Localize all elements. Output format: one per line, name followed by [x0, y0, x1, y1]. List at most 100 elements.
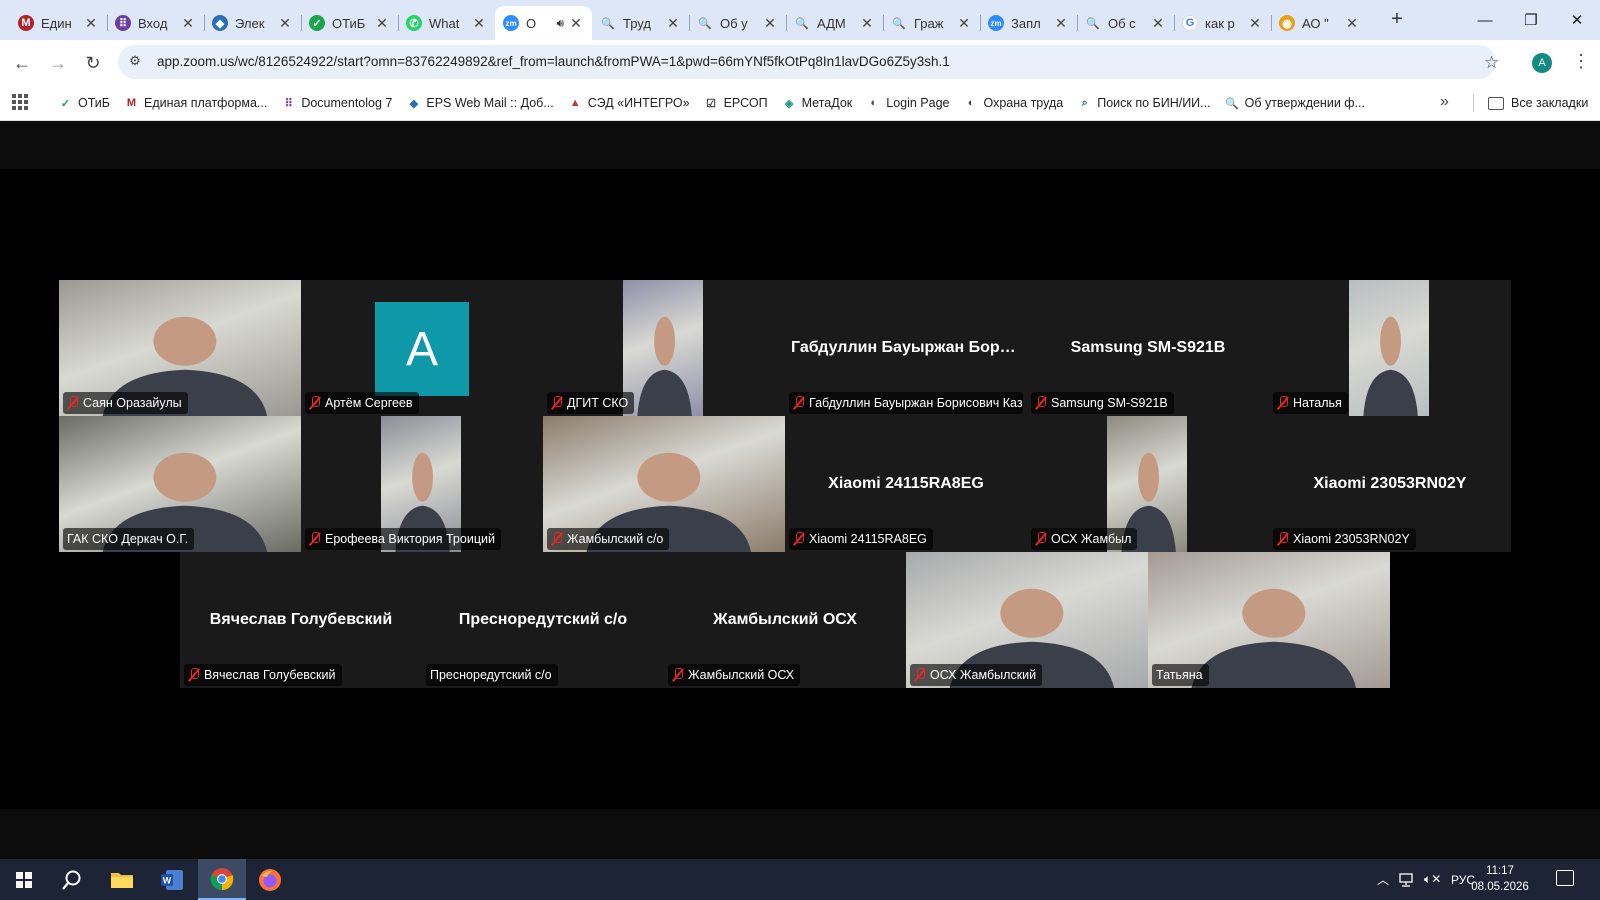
participant-tile[interactable]: Ерофеева Виктория Троиций: [301, 416, 543, 552]
bookmark-item[interactable]: ◈ МетаДок: [776, 89, 859, 117]
search-doc-icon: ⌕: [1081, 96, 1088, 109]
bookmark-item[interactable]: ◆ EPS Web Mail :: Доб...: [400, 89, 559, 117]
audio-playing-icon[interactable]: 🔊︎: [556, 16, 564, 31]
bookmark-item[interactable]: ▲ СЭД «ИНТЕГРО»: [562, 89, 696, 117]
volume-button[interactable]: 🔈︎✕: [1424, 859, 1441, 900]
start-button[interactable]: [0, 859, 48, 900]
browser-tab[interactable]: 🔍 Граж ✕: [883, 6, 980, 40]
search-icon: 🔍: [892, 17, 906, 30]
close-tab-icon[interactable]: ✕: [568, 15, 584, 32]
bookmark-item[interactable]: M Единая платформа...: [118, 89, 273, 117]
participant-name: ДГИТ СКО: [567, 396, 629, 410]
zoom-icon: zm: [988, 15, 1004, 31]
browser-tab[interactable]: ✓ ОТиБ ✕: [301, 6, 398, 40]
more-bookmarks-icon[interactable]: »: [1440, 93, 1449, 111]
close-tab-icon[interactable]: ✕: [762, 15, 778, 32]
bookmark-item[interactable]: ✓ ОТиБ: [52, 89, 116, 117]
close-tab-icon[interactable]: ✕: [180, 15, 196, 32]
system-clock[interactable]: 11:17 08.05.2026: [1470, 863, 1530, 895]
browser-tab[interactable]: ◆ Элек ✕: [204, 6, 301, 40]
close-tab-icon[interactable]: ✕: [1150, 15, 1166, 32]
bookmark-item[interactable]: ⠿ Documentolog 7: [275, 89, 398, 117]
browser-tab[interactable]: ⠿ Вход ✕: [107, 6, 204, 40]
bookmark-item[interactable]: ☑ ЕРСОП: [698, 89, 774, 117]
participant-tile[interactable]: Жамбылский ОСХ Жамбылский ОСХ: [664, 552, 906, 688]
folder-icon: [111, 872, 133, 888]
browser-tab[interactable]: Gкак р ✕: [1174, 6, 1271, 40]
participant-tile[interactable]: A Артём Сергеев: [301, 280, 543, 416]
participant-tile[interactable]: Саян Оразайулы: [59, 280, 301, 416]
url-text[interactable]: app.zoom.us/wc/8126524922/start?omn=8376…: [157, 54, 950, 69]
participant-tile[interactable]: Xiaomi 23053RN02Y Xiaomi 23053RN02Y: [1269, 416, 1511, 552]
close-window-button[interactable]: ✕: [1554, 0, 1600, 40]
browser-tab[interactable]: 🔍 АДМ ✕: [786, 6, 883, 40]
site-settings-icon[interactable]: ⚙: [126, 53, 144, 71]
close-tab-icon[interactable]: ✕: [471, 15, 487, 32]
participant-tile[interactable]: Габдуллин Бауыржан Бори... Габдуллин Бауы…: [785, 280, 1027, 416]
tab-list: M Един ✕ ⠿ Вход ✕ ◆ Элек ✕ ✓ ОТиБ ✕ ✆ What ✕ zm О 🔊︎ ✕ 🔍 Тру…: [10, 6, 1368, 40]
close-tab-icon[interactable]: ✕: [956, 15, 972, 32]
bookmark-item[interactable]: ⌕ Поиск по БИН/ИИ...: [1071, 89, 1216, 117]
profile-avatar-button[interactable]: A: [1532, 53, 1552, 73]
firefox-button[interactable]: [246, 859, 294, 900]
participant-tile[interactable]: Xiaomi 24115RA8EG Xiaomi 24115RA8EG: [785, 416, 1027, 552]
all-bookmarks-button[interactable]: Все закладки: [1488, 85, 1588, 121]
back-button[interactable]: ←: [9, 50, 35, 76]
participant-tile[interactable]: ДГИТ СКО: [543, 280, 785, 416]
close-tab-icon[interactable]: ✕: [1247, 15, 1263, 32]
participant-tile[interactable]: Преснoредутский с/о Преснoредутский с/о: [422, 552, 664, 688]
network-button[interactable]: [1399, 859, 1417, 900]
new-tab-button[interactable]: +: [1386, 9, 1408, 31]
participant-tile[interactable]: Вячеслав Голубевский Вячеслав Голубевский: [180, 552, 422, 688]
browser-tab[interactable]: 🔍 Об с ✕: [1077, 6, 1174, 40]
participant-name: Xiaomi 24115RA8EG: [809, 532, 927, 546]
bookmark-item[interactable]: 🔍 Об утверждении ф...: [1219, 89, 1371, 117]
minimize-button[interactable]: —: [1462, 0, 1508, 40]
bookmark-item[interactable]: ◐ Login Page: [860, 89, 955, 117]
browser-tab[interactable]: 🔍 Труд ✕: [592, 6, 689, 40]
search-icon: 🔍: [795, 17, 809, 30]
close-tab-icon[interactable]: ✕: [1053, 15, 1069, 32]
participant-tile[interactable]: ОСХ Жамбыл: [1027, 416, 1269, 552]
participant-name-label: ОСХ Жамбылский: [910, 664, 1043, 686]
participant-tile[interactable]: Наталья: [1269, 280, 1511, 416]
browser-tab[interactable]: ◉ АО " ✕: [1271, 6, 1368, 40]
browser-tab[interactable]: zm Запл ✕: [980, 6, 1077, 40]
bookmark-label: ОТиБ: [78, 96, 110, 110]
tab-title: Един: [41, 15, 72, 31]
participant-tile[interactable]: Татьяна: [1148, 552, 1390, 688]
browser-tab[interactable]: zm О 🔊︎ ✕: [495, 6, 592, 40]
search-button[interactable]: [48, 859, 96, 900]
participant-name: Xiaomi 23053RN02Y: [1293, 532, 1410, 546]
meeting-bottom-bar: [0, 809, 1600, 859]
close-tab-icon[interactable]: ✕: [374, 15, 390, 32]
word-button[interactable]: W: [148, 859, 196, 900]
search-icon: 🔍: [1086, 17, 1100, 30]
browser-menu-icon[interactable]: ⋮: [1572, 51, 1590, 72]
chrome-button[interactable]: [198, 859, 246, 900]
bookmark-item[interactable]: ◐ Охрана труда: [958, 89, 1070, 117]
file-explorer-button[interactable]: [98, 859, 146, 900]
participant-display-name: Габдуллин Бауыржан Бори...: [791, 339, 1023, 356]
close-tab-icon[interactable]: ✕: [277, 15, 293, 32]
address-bar[interactable]: ⚙ app.zoom.us/wc/8126524922/start?omn=83…: [118, 45, 1496, 79]
notifications-icon[interactable]: [1556, 870, 1574, 886]
forward-button[interactable]: →: [45, 50, 71, 76]
apps-grid-icon[interactable]: [12, 94, 28, 110]
browser-tab[interactable]: 🔍 Об у ✕: [689, 6, 786, 40]
google-icon: G: [1182, 15, 1198, 31]
close-tab-icon[interactable]: ✕: [83, 15, 99, 32]
browser-tab[interactable]: M Един ✕: [10, 6, 107, 40]
participant-tile[interactable]: Жамбылский с/о: [543, 416, 785, 552]
close-tab-icon[interactable]: ✕: [859, 15, 875, 32]
restore-button[interactable]: ❐: [1508, 0, 1554, 40]
close-tab-icon[interactable]: ✕: [665, 15, 681, 32]
reload-button[interactable]: ↻: [80, 50, 106, 76]
browser-tab[interactable]: ✆ What ✕: [398, 6, 495, 40]
close-tab-icon[interactable]: ✕: [1344, 15, 1360, 32]
participant-tile[interactable]: Samsung SM-S921B Samsung SM-S921B: [1027, 280, 1269, 416]
participant-tile[interactable]: ОСХ Жамбылский: [906, 552, 1148, 688]
bookmark-star-icon[interactable]: ☆: [1484, 53, 1499, 73]
show-hidden-icons-button[interactable]: ︿: [1377, 859, 1389, 900]
participant-tile[interactable]: ГАК СКО Деркач О.Г.: [59, 416, 301, 552]
